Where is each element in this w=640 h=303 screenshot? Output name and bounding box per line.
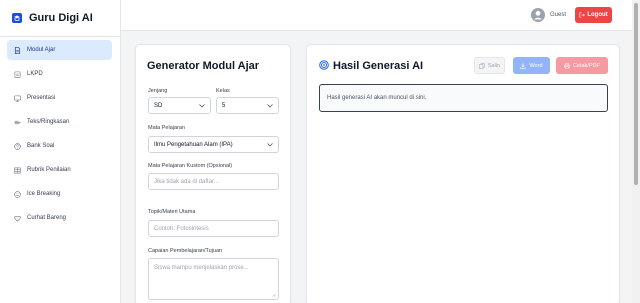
result-card: Hasil Generasi AI Salin Word Cetak/PDF H…: [306, 44, 620, 303]
scrollbar-thumb[interactable]: [634, 3, 638, 185]
pdf-label: Cetak/PDF: [573, 62, 600, 69]
sidebar-item-presentasi[interactable]: Presentasi: [7, 88, 112, 108]
jenjang-value: SD: [154, 102, 163, 109]
sidebar-item-lkpd[interactable]: LKPD: [7, 64, 112, 84]
sidebar-nav: Modul Ajar LKPD Presentasi Teks/Ringkasa…: [0, 37, 120, 228]
sidebar-item-bank-soal[interactable]: Bank Soal: [7, 136, 112, 156]
question-icon: [14, 142, 21, 150]
sidebar-item-label: Bank Soal: [27, 143, 55, 149]
logout-icon: [579, 12, 586, 18]
sidebar-item-label: LKPD: [27, 71, 43, 77]
heart-icon: [14, 215, 21, 222]
smile-icon: [14, 190, 21, 198]
kelas-select[interactable]: 5: [216, 97, 279, 114]
chevron-down-icon: [267, 104, 273, 108]
clipboard-icon: [14, 71, 21, 78]
page-scrollbar[interactable]: [632, 0, 640, 303]
app-title: Guru Digi AI: [29, 12, 93, 24]
user-avatar-icon[interactable]: [531, 8, 545, 22]
monitor-icon: [14, 95, 21, 102]
copy-label: Salin: [487, 62, 501, 69]
copy-icon: [479, 62, 485, 69]
mapel-kustom-placeholder: Jika tidak ada di daftar...: [154, 178, 219, 185]
text-icon: [14, 120, 21, 124]
jenjang-label: Jenjang: [148, 88, 168, 94]
jenjang-select[interactable]: SD: [148, 97, 211, 114]
topik-input[interactable]: Contoh: Fotosintesis: [148, 220, 279, 237]
sidebar-item-label: Modul Ajar: [27, 47, 56, 53]
sidebar-item-label: Rubrik Penilaian: [27, 167, 71, 173]
result-output: Hasil generasi AI akan muncul di sini.: [319, 84, 608, 112]
word-label: Word: [529, 62, 543, 69]
graduation-cap-icon: [12, 13, 22, 23]
document-icon: [14, 46, 21, 54]
capaian-label: Capaian Pembelajaran/Tujuan: [148, 248, 223, 254]
sidebar-item-curhat-bareng[interactable]: Curhat Bareng: [7, 208, 112, 228]
capaian-placeholder: Siswa mampu menjelaskan prose...: [154, 265, 249, 271]
target-icon: [319, 60, 329, 70]
mapel-select[interactable]: Ilmu Pengetahuan Alam (IPA): [148, 136, 279, 153]
topik-placeholder: Contoh: Fotosintesis: [154, 225, 209, 232]
result-title: Hasil Generasi AI: [333, 60, 424, 72]
chevron-down-icon: [199, 104, 205, 108]
sidebar-item-rubrik-penilaian[interactable]: Rubrik Penilaian: [7, 160, 112, 180]
chevron-down-icon: [267, 143, 273, 147]
printer-icon: [564, 62, 570, 69]
table-icon: [14, 167, 21, 173]
sidebar-item-label: Curhat Bareng: [27, 215, 67, 221]
word-export-button[interactable]: Word: [513, 57, 550, 74]
resize-handle-icon[interactable]: [272, 293, 276, 297]
capaian-textarea[interactable]: Siswa mampu menjelaskan prose...: [148, 258, 279, 300]
sidebar-item-ice-breaking[interactable]: Ice Breaking: [7, 184, 112, 204]
mapel-kustom-input[interactable]: Jika tidak ada di daftar...: [148, 173, 279, 190]
sidebar-item-label: Presentasi: [27, 95, 56, 101]
copy-button[interactable]: Salin: [474, 57, 505, 74]
logout-button[interactable]: Logout: [575, 7, 612, 23]
sidebar-item-teks-ringkasan[interactable]: Teks/Ringkasan: [7, 112, 112, 132]
user-name: Guest: [550, 12, 567, 18]
topik-label: Topik/Materi Utama: [148, 209, 196, 215]
download-icon: [520, 63, 527, 69]
sidebar-item-modul-ajar[interactable]: Modul Ajar: [7, 40, 112, 60]
mapel-label: Mata Pelajaran: [148, 125, 185, 131]
generator-form-card: Generator Modul Ajar Jenjang SD Kelas 5 …: [135, 44, 291, 303]
logout-label: Logout: [587, 12, 608, 18]
brand[interactable]: Guru Digi AI: [0, 0, 120, 37]
mapel-value: Ilmu Pengetahuan Alam (IPA): [154, 141, 233, 148]
mapel-kustom-label: Mata Pelajaran Kustom (Opsional): [148, 163, 233, 169]
sidebar-item-label: Teks/Ringkasan: [27, 119, 70, 125]
form-title: Generator Modul Ajar: [147, 60, 260, 72]
sidebar-item-label: Ice Breaking: [27, 191, 61, 197]
kelas-label: Kelas: [216, 88, 230, 94]
result-placeholder-text: Hasil generasi AI akan muncul di sini.: [327, 95, 427, 101]
print-pdf-button[interactable]: Cetak/PDF: [556, 57, 608, 74]
sidebar: Guru Digi AI Modul Ajar LKPD Presentasi …: [0, 0, 121, 303]
top-header: Guest Logout: [121, 0, 632, 31]
kelas-value: 5: [222, 102, 226, 109]
